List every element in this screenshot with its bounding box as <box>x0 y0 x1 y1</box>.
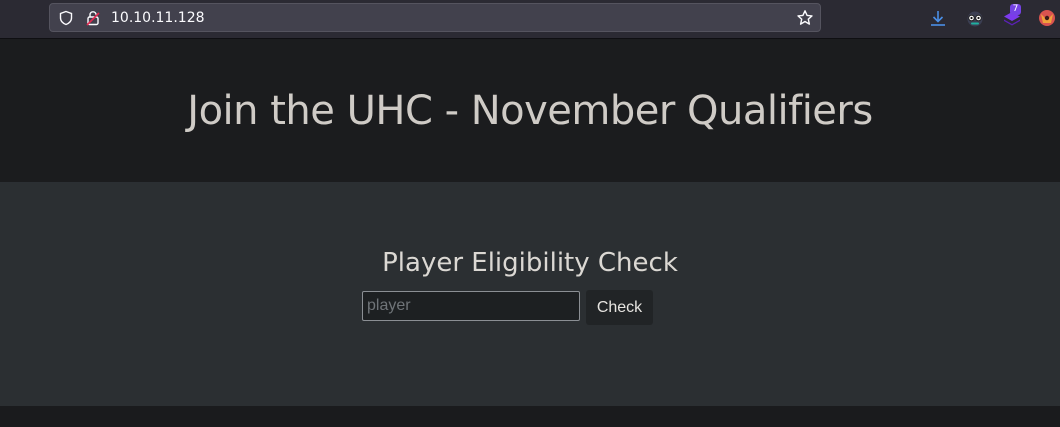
extension-fox-icon[interactable] <box>1037 8 1057 28</box>
address-bar[interactable]: 10.10.11.128 <box>49 3 821 32</box>
player-input[interactable] <box>362 291 580 321</box>
downloads-icon[interactable] <box>928 8 948 28</box>
shield-icon[interactable] <box>58 10 74 26</box>
insecure-lock-icon[interactable] <box>85 10 101 26</box>
url-text[interactable]: 10.10.11.128 <box>111 10 205 26</box>
bookmark-star-icon[interactable] <box>796 9 814 27</box>
extension-glasses-icon[interactable] <box>965 8 985 28</box>
eligibility-section: Player Eligibility Check Check <box>0 183 1060 406</box>
page-header: Join the UHC - November Qualifiers <box>0 39 1060 183</box>
page-title: Join the UHC - November Qualifiers <box>187 88 873 134</box>
page-footer <box>0 406 1060 427</box>
section-heading: Player Eligibility Check <box>382 248 678 278</box>
extension-badge: 7 <box>1010 4 1021 15</box>
check-button[interactable]: Check <box>586 290 653 325</box>
browser-toolbar: 10.10.11.128 7 <box>0 0 1060 39</box>
